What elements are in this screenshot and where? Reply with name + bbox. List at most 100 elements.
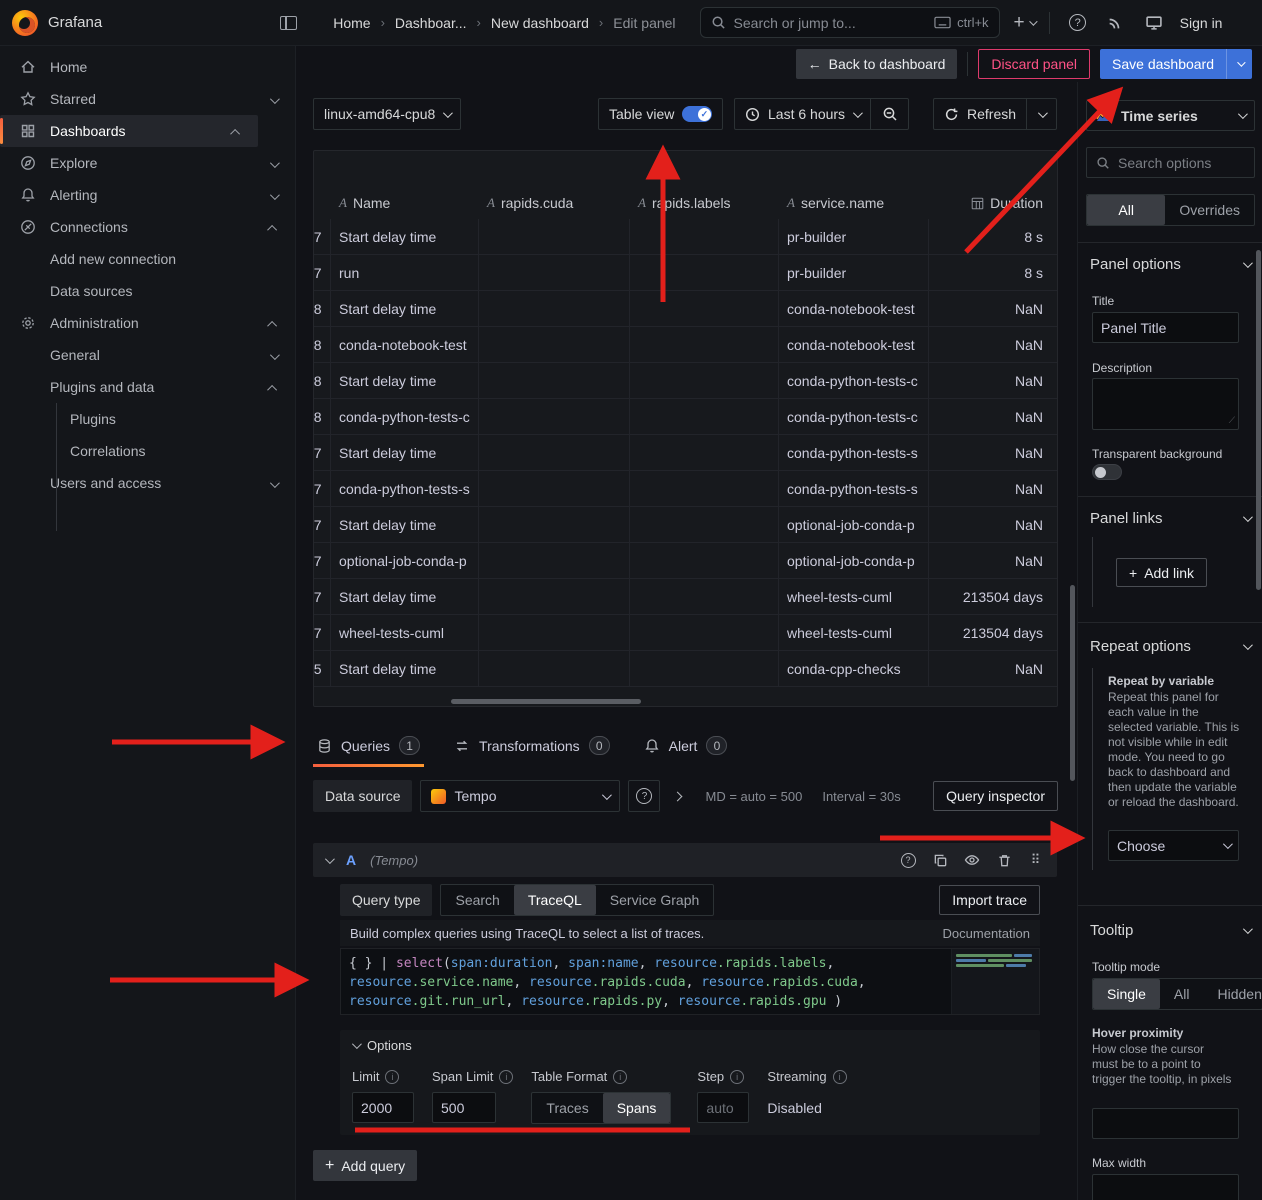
table-row[interactable]: 28Start delay timeconda-notebook-testNaN	[314, 291, 1057, 327]
sidebar-item-plugins-and-data[interactable]: Plugins and data	[0, 371, 295, 403]
tab-transformations[interactable]: Transformations0	[450, 730, 614, 767]
table-row[interactable]: 27Start delay timewheel-tests-cuml213504…	[314, 579, 1057, 615]
search-options-input[interactable]: Search options	[1086, 147, 1255, 178]
max-width-input[interactable]	[1092, 1174, 1239, 1200]
column-header[interactable]: Duration	[929, 195, 1057, 219]
news-icon[interactable]	[1106, 13, 1126, 33]
sidebar-item-add-new-connection[interactable]: Add new connection	[0, 243, 295, 275]
sidebar-item-explore[interactable]: Explore	[0, 147, 295, 179]
tooltip-mode-single[interactable]: Single	[1093, 979, 1160, 1009]
import-trace-button[interactable]: Import trace	[939, 885, 1040, 915]
step-input[interactable]: auto	[697, 1092, 749, 1123]
traceql-code-editor[interactable]: { } | select(span:duration, span:name, r…	[340, 948, 1040, 1015]
table-row[interactable]: 28conda-notebook-testconda-notebook-test…	[314, 327, 1057, 363]
duplicate-query-icon[interactable]	[931, 853, 949, 868]
options-collapse-header[interactable]: Options	[352, 1038, 1028, 1053]
table-row[interactable]: 28Start delay timeconda-python-tests-cNa…	[314, 363, 1057, 399]
query-type-search[interactable]: Search	[441, 885, 513, 915]
add-new-button[interactable]: +	[1014, 12, 1035, 34]
add-link-button[interactable]: +Add link	[1116, 558, 1207, 587]
panel-title-input[interactable]: Panel Title	[1092, 312, 1239, 343]
monitor-icon[interactable]	[1144, 13, 1164, 33]
column-header[interactable]: Arapids.labels	[630, 195, 779, 219]
delete-query-icon[interactable]	[995, 853, 1013, 868]
transparent-background-toggle[interactable]	[1092, 464, 1122, 480]
sidebar-item-general[interactable]: General	[0, 339, 295, 371]
help-icon[interactable]: ?	[1068, 13, 1088, 33]
table-row[interactable]: 28conda-python-tests-cconda-python-tests…	[314, 399, 1057, 435]
table-row[interactable]: 27Start delay timeoptional-job-conda-pNa…	[314, 507, 1057, 543]
sidebar-item-home[interactable]: Home	[0, 51, 295, 83]
time-range-picker[interactable]: Last 6 hours	[734, 98, 871, 130]
table-view-toggle[interactable]	[682, 106, 712, 122]
sidebar-item-users-and-access[interactable]: Users and access	[0, 467, 295, 499]
tooltip-mode-all[interactable]: All	[1160, 979, 1204, 1009]
table-row[interactable]: 27wheel-tests-cumlwheel-tests-cuml213504…	[314, 615, 1057, 651]
collapse-options-icon[interactable]	[673, 791, 683, 801]
zoom-out-button[interactable]	[871, 98, 909, 130]
datasource-help-button[interactable]: ?	[628, 780, 660, 812]
table-row[interactable]: 17runpr-builder8 s	[314, 255, 1057, 291]
span-limit-input[interactable]: 500	[432, 1092, 496, 1123]
table-row[interactable]: 27conda-python-tests-sconda-python-tests…	[314, 471, 1057, 507]
variable-selector[interactable]: linux-amd64-cpu8	[313, 98, 461, 130]
tooltip-header[interactable]: Tooltip	[1090, 922, 1250, 939]
breadcrumb-item[interactable]: Dashboar...	[395, 15, 467, 31]
save-dashboard-button[interactable]: Save dashboard	[1100, 49, 1226, 79]
options-pane-scrollbar[interactable]	[1256, 250, 1261, 590]
column-header[interactable]: Aservice.name	[779, 195, 929, 219]
sidebar-item-data-sources[interactable]: Data sources	[0, 275, 295, 307]
hover-proximity-input[interactable]	[1092, 1108, 1239, 1139]
sidebar-item-starred[interactable]: Starred	[0, 83, 295, 115]
refresh-button[interactable]: Refresh	[933, 98, 1027, 130]
grafana-logo-icon[interactable]	[12, 10, 38, 36]
table-row[interactable]: 27Start delay timeconda-python-tests-sNa…	[314, 435, 1057, 471]
visualization-picker[interactable]: Time series	[1086, 100, 1255, 131]
sidebar-item-dashboards[interactable]: Dashboards	[0, 115, 258, 147]
breadcrumb-item[interactable]: New dashboard	[491, 15, 589, 31]
documentation-link[interactable]: Documentation	[943, 926, 1030, 941]
query-inspector-button[interactable]: Query inspector	[933, 781, 1058, 811]
query-row-header[interactable]: A (Tempo) ? ⠿	[313, 843, 1057, 877]
panel-options-header[interactable]: Panel options	[1090, 256, 1250, 273]
discard-panel-button[interactable]: Discard panel	[978, 49, 1090, 79]
sidebar-item-administration[interactable]: Administration	[0, 307, 295, 339]
table-row[interactable]: 25Start delay timeconda-cpp-checksNaN	[314, 651, 1057, 687]
query-type-traceql[interactable]: TraceQL	[514, 885, 596, 915]
table-format-traces[interactable]: Traces	[532, 1093, 602, 1123]
query-type-service-graph[interactable]: Service Graph	[596, 885, 713, 915]
drag-handle-icon[interactable]: ⠿	[1027, 852, 1045, 868]
tab-alert[interactable]: Alert0	[640, 730, 732, 767]
description-textarea[interactable]: ⟋	[1092, 378, 1239, 430]
collapse-query-icon[interactable]	[325, 854, 335, 864]
sidebar-toggle-icon[interactable]	[280, 16, 297, 30]
column-header[interactable]: Arapids.cuda	[479, 195, 630, 219]
tab-queries[interactable]: Queries1	[313, 730, 424, 767]
breadcrumb-item[interactable]: Home	[333, 15, 370, 31]
search-input[interactable]: Search or jump to... ctrl+k	[700, 7, 1000, 38]
datasource-picker[interactable]: Tempo	[420, 780, 620, 812]
repeat-variable-select[interactable]: Choose	[1108, 830, 1239, 861]
column-header[interactable]: AName	[331, 195, 479, 219]
save-dashboard-menu-button[interactable]	[1226, 49, 1252, 79]
options-tab-overrides[interactable]: Overrides	[1165, 195, 1254, 225]
sidebar-item-alerting[interactable]: Alerting	[0, 179, 295, 211]
sign-in-button[interactable]: Sign in	[1180, 15, 1223, 31]
main-scrollbar[interactable]	[1070, 585, 1075, 781]
sidebar-item-plugins[interactable]: Plugins	[0, 403, 295, 435]
back-to-dashboard-button[interactable]: ← Back to dashboard	[796, 49, 958, 79]
options-tab-all[interactable]: All	[1087, 195, 1165, 225]
table-format-spans[interactable]: Spans	[603, 1093, 671, 1123]
table-horizontal-scrollbar[interactable]	[451, 699, 641, 704]
query-help-icon[interactable]: ?	[899, 853, 917, 868]
table-row[interactable]: 17Start delay timepr-builder8 s	[314, 219, 1057, 255]
table-row[interactable]: 27optional-job-conda-poptional-job-conda…	[314, 543, 1057, 579]
sidebar-item-connections[interactable]: Connections	[0, 211, 295, 243]
limit-input[interactable]: 2000	[352, 1092, 414, 1123]
tooltip-mode-hidden[interactable]: Hidden	[1203, 979, 1262, 1009]
hide-query-icon[interactable]	[963, 852, 981, 868]
sidebar-item-correlations[interactable]: Correlations	[0, 435, 295, 467]
add-query-button[interactable]: + Add query	[313, 1150, 417, 1181]
panel-links-header[interactable]: Panel links	[1090, 510, 1250, 527]
refresh-interval-button[interactable]	[1027, 98, 1057, 130]
